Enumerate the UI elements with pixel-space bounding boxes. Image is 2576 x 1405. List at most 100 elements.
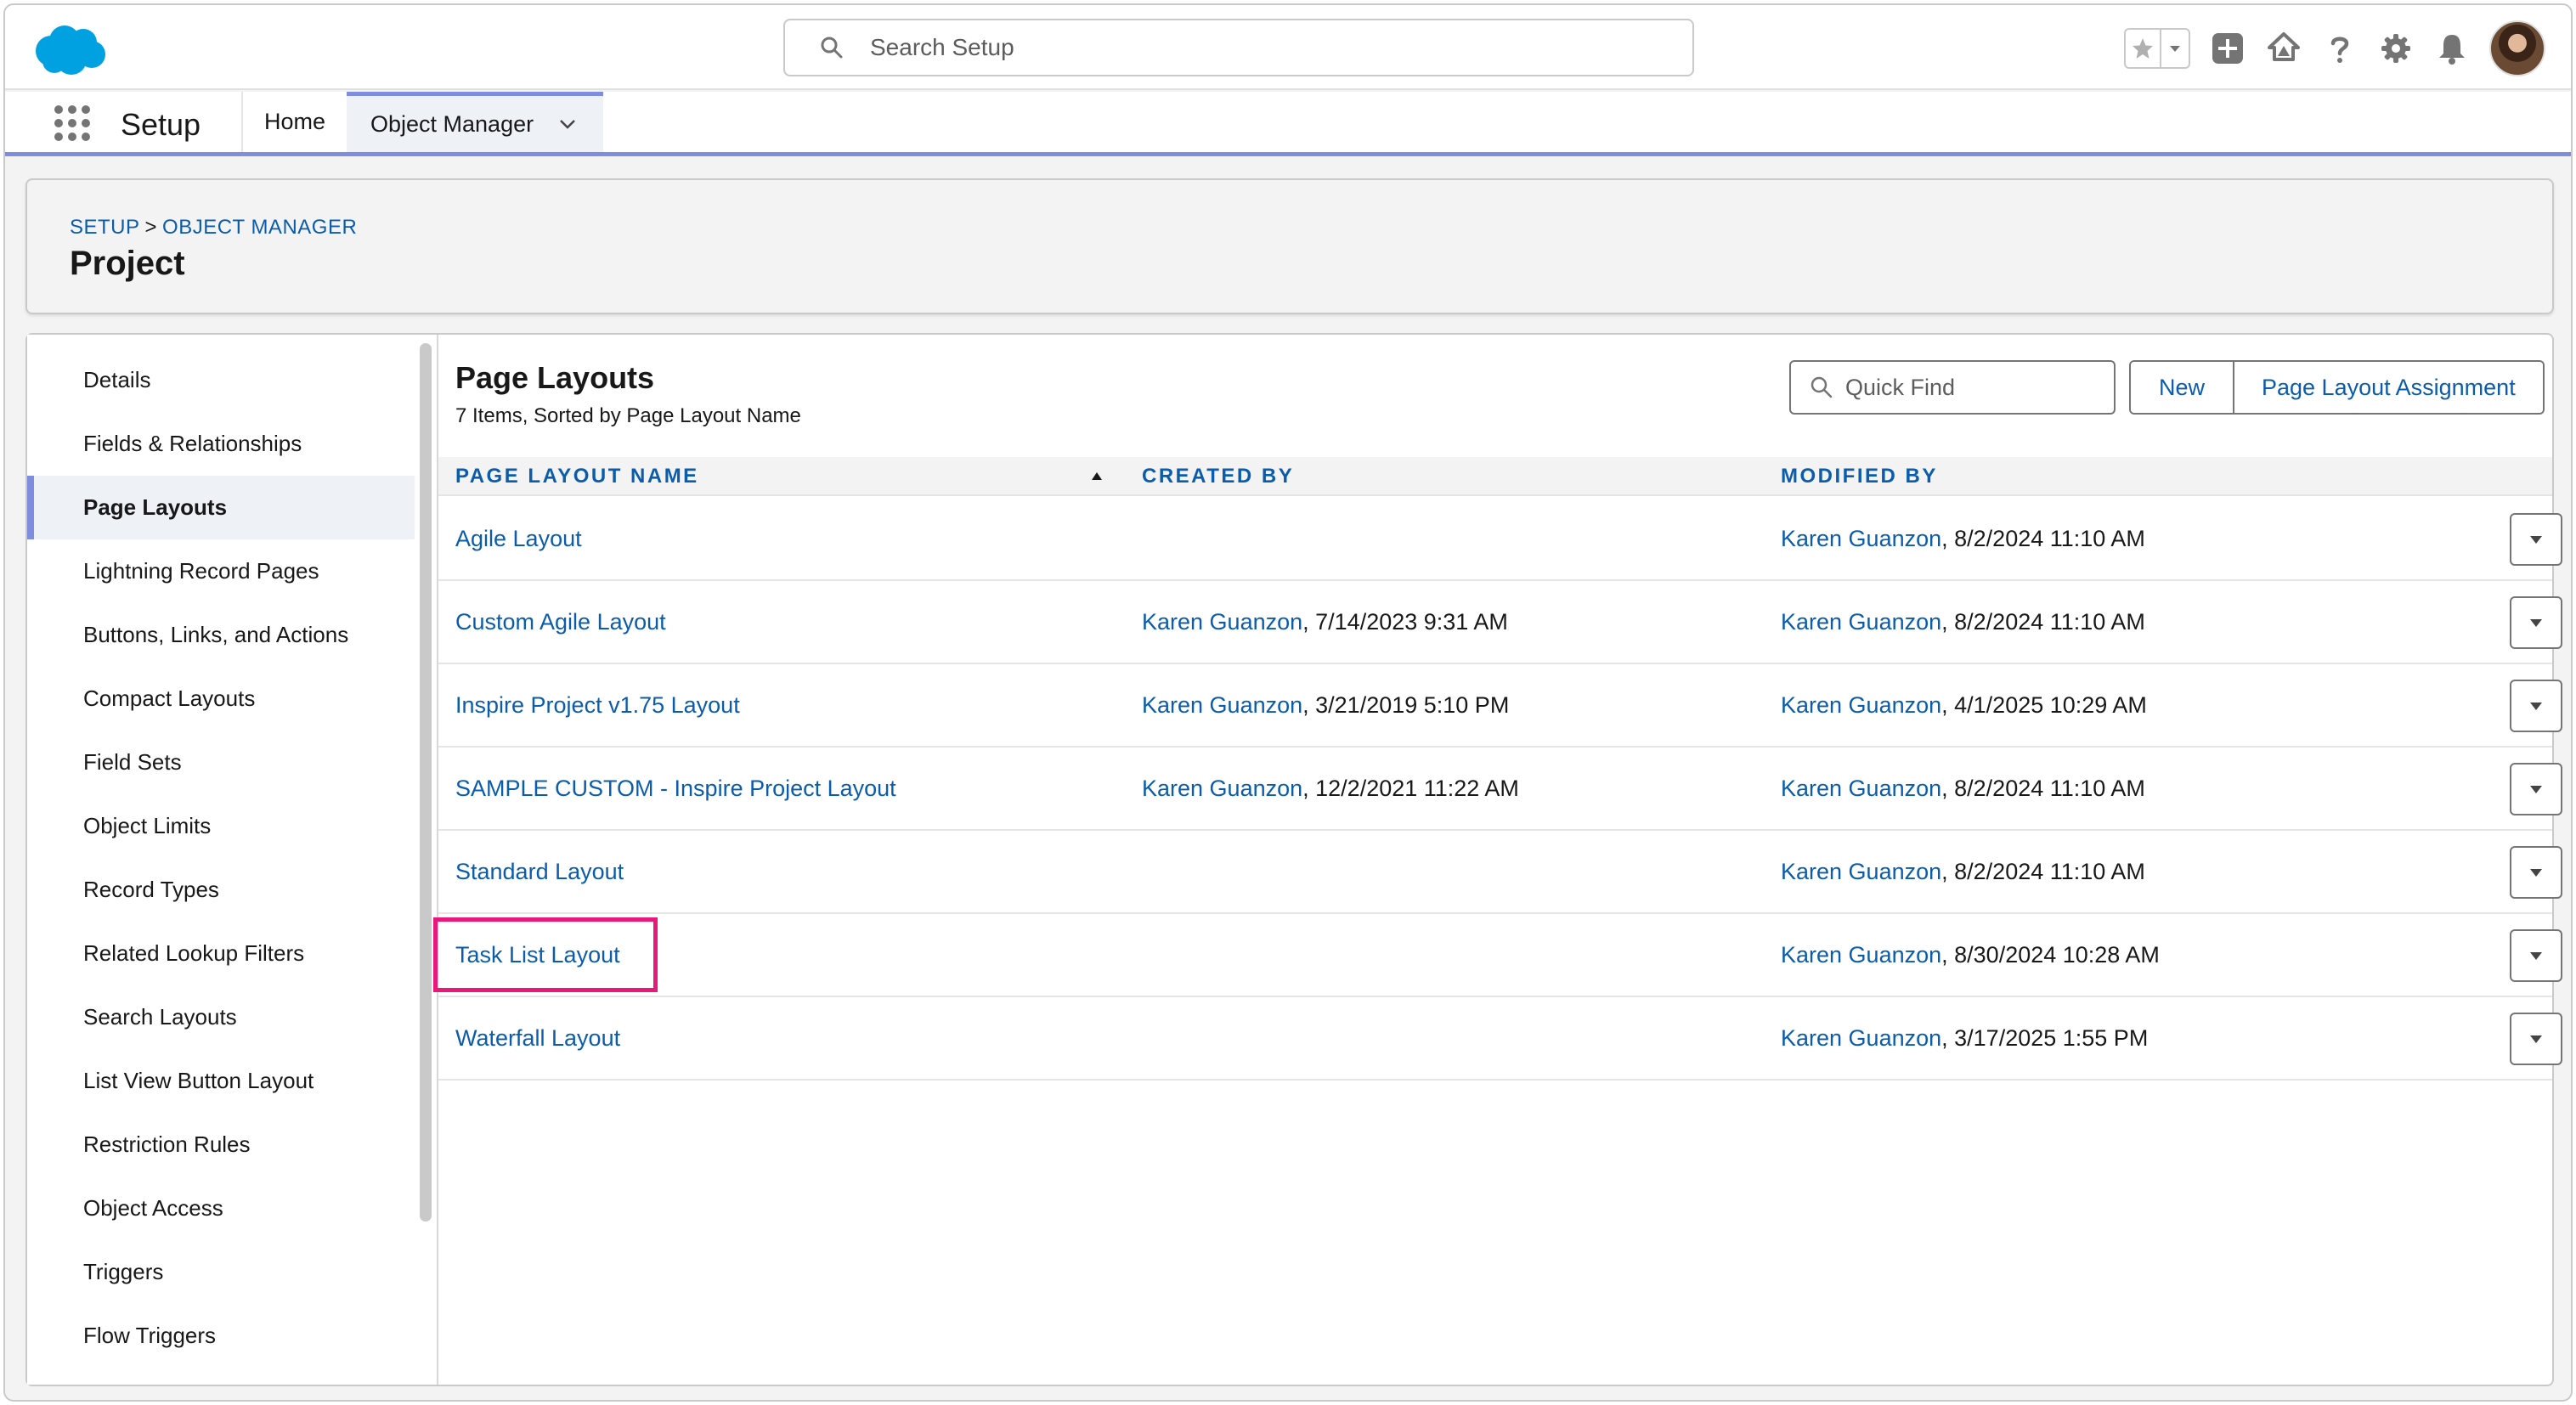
gear-icon: [2381, 34, 2410, 63]
sidebar-item-page-layouts[interactable]: Page Layouts: [27, 476, 415, 539]
sidebar-item-label: Object Limits: [83, 813, 212, 838]
page-layout-assignment-button[interactable]: Page Layout Assignment: [2233, 362, 2543, 413]
tab-home[interactable]: Home: [243, 92, 347, 152]
setup-search-box[interactable]: [783, 19, 1694, 76]
table-row: Task List Layout Karen Guanzon, 8/30/202…: [433, 914, 2562, 997]
sidebar-item-fields-relationships[interactable]: Fields & Relationships: [27, 412, 415, 476]
app-launcher-icon[interactable]: [53, 104, 92, 143]
page-layout-link[interactable]: Inspire Project v1.75 Layout: [455, 692, 740, 719]
chevron-down-icon[interactable]: [557, 114, 578, 134]
created-by-user-link[interactable]: Karen Guanzon: [1142, 776, 1302, 802]
sidebar-scrollbar[interactable]: [420, 343, 432, 1222]
help-button[interactable]: [2321, 30, 2359, 67]
chevron-down-icon: [2530, 952, 2542, 960]
star-icon: [2133, 38, 2153, 59]
chevron-down-icon: [2530, 869, 2542, 877]
search-icon: [821, 37, 843, 59]
salesforce-cloud-logo[interactable]: [31, 22, 109, 76]
breadcrumb-object-manager-link[interactable]: OBJECT MANAGER: [162, 216, 357, 239]
sidebar-item-search-layouts[interactable]: Search Layouts: [27, 985, 415, 1049]
sidebar-item-object-access[interactable]: Object Access: [27, 1176, 415, 1240]
modified-date: , 8/2/2024 11:10 AM: [1941, 858, 2145, 884]
row-actions-button[interactable]: [2510, 763, 2562, 815]
breadcrumb: SETUP > OBJECT MANAGER: [70, 216, 357, 240]
main-panel: Details Fields & Relationships Page Layo…: [25, 333, 2562, 1386]
sidebar-item-label: Fields & Relationships: [83, 431, 302, 456]
header-button-group: New Page Layout Assignment: [2129, 360, 2545, 415]
table-header: PAGE LAYOUT NAME CREATED BY MODIFIED BY: [438, 457, 2552, 496]
setup-gear-button[interactable]: [2377, 30, 2415, 67]
content-title: Page Layouts: [455, 360, 655, 395]
sidebar-item-object-limits[interactable]: Object Limits: [27, 794, 415, 858]
chevron-down-icon: [2530, 619, 2542, 627]
page-layout-link[interactable]: Task List Layout: [455, 942, 620, 968]
sidebar-item-list-view-button-layout[interactable]: List View Button Layout: [27, 1049, 415, 1113]
created-date: , 7/14/2023 9:31 AM: [1302, 608, 1508, 635]
chevron-down-icon: [2530, 536, 2542, 544]
modified-date: , 8/30/2024 10:28 AM: [1941, 941, 2160, 968]
sidebar-item-compact-layouts[interactable]: Compact Layouts: [27, 667, 415, 731]
content-subtitle: 7 Items, Sorted by Page Layout Name: [455, 404, 801, 427]
avatar[interactable]: [2489, 20, 2545, 76]
sidebar-item-label: Triggers: [83, 1259, 164, 1284]
row-actions-button[interactable]: [2510, 680, 2562, 732]
quick-find-input[interactable]: [1845, 374, 2100, 401]
table-row: Inspire Project v1.75 Layout Karen Guanz…: [438, 664, 2562, 748]
app-name: Setup: [121, 107, 201, 142]
column-header-modified-by[interactable]: MODIFIED BY: [1781, 457, 1938, 496]
created-date: , 3/21/2019 5:10 PM: [1302, 691, 1510, 718]
sidebar-item-record-types[interactable]: Record Types: [27, 858, 415, 922]
column-header-created-by[interactable]: CREATED BY: [1142, 457, 1294, 496]
row-actions-button[interactable]: [2510, 929, 2562, 982]
created-by-user-link[interactable]: Karen Guanzon: [1142, 692, 1302, 719]
sidebar-item-label: Compact Layouts: [83, 686, 256, 711]
sidebar-item-label: Page Layouts: [83, 494, 228, 520]
modified-by-user-link[interactable]: Karen Guanzon: [1781, 526, 1941, 552]
favorites-list-button[interactable]: [2161, 30, 2189, 67]
row-actions-button[interactable]: [2510, 846, 2562, 899]
row-actions-button[interactable]: [2510, 1013, 2562, 1065]
header-tools: [2124, 20, 2545, 76]
sort-ascending-icon[interactable]: [1089, 469, 1104, 484]
sidebar-item-restriction-rules[interactable]: Restriction Rules: [27, 1113, 415, 1176]
notifications-button[interactable]: [2433, 30, 2471, 67]
chevron-down-icon: [2530, 786, 2542, 793]
sidebar-item-triggers[interactable]: Triggers: [27, 1240, 415, 1304]
modified-by-user-link[interactable]: Karen Guanzon: [1781, 776, 1941, 802]
trailhead-button[interactable]: [2265, 30, 2302, 67]
favorites-button[interactable]: [2126, 30, 2161, 67]
page-layout-link[interactable]: Standard Layout: [455, 859, 624, 885]
quick-find-box[interactable]: [1789, 360, 2116, 415]
setup-search-input[interactable]: [870, 34, 1635, 61]
sidebar-item-label: Buttons, Links, and Actions: [83, 622, 349, 647]
row-actions-button[interactable]: [2510, 596, 2562, 649]
table-row: Standard Layout Karen Guanzon, 8/2/2024 …: [438, 831, 2562, 914]
row-actions-button[interactable]: [2510, 513, 2562, 566]
breadcrumb-setup-link[interactable]: SETUP: [70, 216, 140, 239]
page-layout-link[interactable]: Waterfall Layout: [455, 1025, 620, 1052]
modified-by-user-link[interactable]: Karen Guanzon: [1781, 692, 1941, 719]
sidebar-item-buttons-links-actions[interactable]: Buttons, Links, and Actions: [27, 603, 415, 667]
page-layout-link[interactable]: Custom Agile Layout: [455, 609, 666, 635]
modified-by-user-link[interactable]: Karen Guanzon: [1781, 609, 1941, 635]
sidebar-item-details[interactable]: Details: [27, 348, 415, 412]
sidebar-item-field-sets[interactable]: Field Sets: [27, 731, 415, 794]
tab-object-manager[interactable]: Object Manager: [347, 92, 603, 152]
new-button[interactable]: New: [2131, 362, 2233, 413]
modified-by-user-link[interactable]: Karen Guanzon: [1781, 1025, 1941, 1052]
modified-by-user-link[interactable]: Karen Guanzon: [1781, 942, 1941, 968]
global-actions-button[interactable]: [2209, 30, 2246, 67]
page-layout-link[interactable]: SAMPLE CUSTOM - Inspire Project Layout: [455, 776, 896, 802]
created-by-user-link[interactable]: Karen Guanzon: [1142, 609, 1302, 635]
sidebar-item-label: List View Button Layout: [83, 1068, 314, 1093]
column-header-page-layout-name[interactable]: PAGE LAYOUT NAME: [455, 457, 699, 496]
sidebar-item-flow-triggers[interactable]: Flow Triggers: [27, 1304, 415, 1368]
sidebar-item-related-lookup-filters[interactable]: Related Lookup Filters: [27, 922, 415, 985]
search-icon: [1811, 376, 1833, 398]
favorites-group: [2124, 28, 2190, 69]
sidebar-item-label: Related Lookup Filters: [83, 940, 305, 966]
modified-by-user-link[interactable]: Karen Guanzon: [1781, 859, 1941, 885]
page-layout-link[interactable]: Agile Layout: [455, 526, 582, 552]
sidebar-item-label: Search Layouts: [83, 1004, 237, 1030]
sidebar-item-lightning-record-pages[interactable]: Lightning Record Pages: [27, 539, 415, 603]
